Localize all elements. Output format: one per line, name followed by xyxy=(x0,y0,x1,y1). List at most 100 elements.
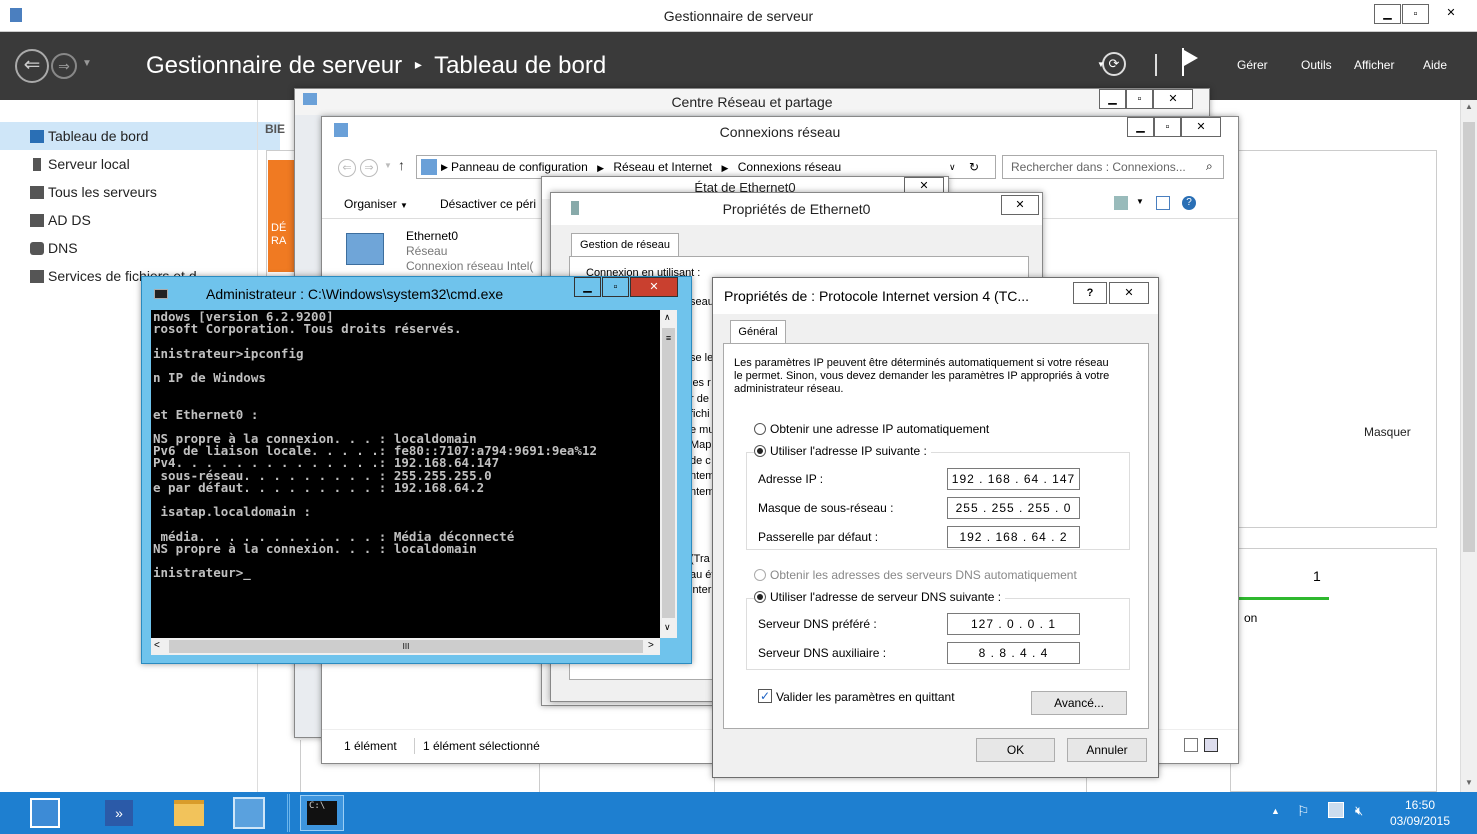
desactiver-button[interactable]: Désactiver ce péri xyxy=(440,197,536,211)
path-arrow-icon: ▶ xyxy=(441,162,448,172)
menu-afficher[interactable]: Afficher xyxy=(1354,58,1394,72)
close-button[interactable]: ✕ xyxy=(1431,4,1471,24)
path-dropdown-icon[interactable]: ∨ xyxy=(949,156,956,178)
details-view-icon[interactable] xyxy=(1184,738,1198,752)
radio-manual-dns-label: Utiliser l'adresse de serveur DNS suivan… xyxy=(770,590,1002,604)
tray-network-icon[interactable] xyxy=(1328,802,1344,818)
sidebar-item-tableau-de-bord[interactable]: Tableau de bord xyxy=(0,122,280,150)
radio-manual-ip[interactable]: Utiliser l'adresse IP suivante : xyxy=(754,444,931,458)
cnx-minimize-button[interactable]: ▁ xyxy=(1127,117,1154,137)
tray-expand-icon[interactable]: ▲ xyxy=(1271,806,1280,816)
sidebar-item-label: AD DS xyxy=(48,212,91,228)
cmd-console[interactable]: ndows [version 6.2.9200] rosoft Corporat… xyxy=(151,310,675,638)
scroll-thumb[interactable] xyxy=(1463,122,1475,552)
cnx-forward-icon[interactable]: ⇒ xyxy=(360,159,378,177)
scroll-down-icon[interactable]: ▼ xyxy=(1465,778,1473,787)
notifications-flag-icon[interactable] xyxy=(1182,48,1198,76)
explorer-taskbar-icon[interactable] xyxy=(174,800,204,826)
tray-volume-muted-icon[interactable]: 🔇︎ xyxy=(1355,803,1363,819)
cmd-scroll-thumb[interactable]: ≡ xyxy=(662,328,675,618)
menu-outils[interactable]: Outils xyxy=(1301,58,1332,72)
advanced-button[interactable]: Avancé... xyxy=(1031,691,1127,715)
masquer-link[interactable]: Masquer xyxy=(1364,425,1411,439)
ok-button[interactable]: OK xyxy=(976,738,1055,762)
radio-auto-ip[interactable]: Obtenir une adresse IP automatiquement xyxy=(754,422,989,436)
powershell-taskbar-icon[interactable]: » xyxy=(105,800,133,826)
validate-checkbox[interactable]: ✓ xyxy=(758,689,772,703)
ipv4-close-button[interactable]: ✕ xyxy=(1109,282,1149,304)
organiser-button[interactable]: Organiser ▼ xyxy=(344,197,408,211)
adapter-item[interactable]: Ethernet0 Réseau Connexion réseau Intel( xyxy=(344,229,544,277)
cmd-maximize-button[interactable]: ▫ xyxy=(602,277,629,297)
sidebar-item-serveur-local[interactable]: Serveur local xyxy=(0,150,280,178)
path-segment-1[interactable]: Panneau de configuration xyxy=(451,160,588,174)
help-icon[interactable]: ? xyxy=(1182,196,1196,210)
breadcrumb-root[interactable]: Gestionnaire de serveur xyxy=(146,52,402,79)
server-manager-taskbar-icon[interactable] xyxy=(30,798,60,828)
crp-close-button[interactable]: ✕ xyxy=(1153,89,1193,109)
cnx-history-icon[interactable]: ▼ xyxy=(384,161,392,170)
preview-pane-icon[interactable] xyxy=(1156,196,1170,210)
maximize-button[interactable]: ▫ xyxy=(1402,4,1429,24)
view-options-icon[interactable] xyxy=(1114,196,1128,210)
vertical-scrollbar[interactable]: ▲ ▼ xyxy=(1460,100,1477,792)
alternate-dns-input[interactable]: 8 . 8 . 4 . 4 xyxy=(947,642,1080,664)
view-dropdown-icon[interactable]: ▼ xyxy=(1136,197,1144,206)
refresh-icon[interactable]: ⟳ xyxy=(1102,52,1126,76)
menu-aide[interactable]: Aide xyxy=(1423,58,1447,72)
props-tab-gestion[interactable]: Gestion de réseau xyxy=(571,233,679,257)
cmd-scroll-up-icon[interactable]: ∧ xyxy=(664,312,671,323)
cnx-close-button[interactable]: ✕ xyxy=(1181,117,1221,137)
file-services-icon xyxy=(30,270,44,283)
radio-manual-dns[interactable]: Utiliser l'adresse de serveur DNS suivan… xyxy=(754,590,1006,604)
crp-minimize-button[interactable]: ▁ xyxy=(1099,89,1126,109)
cmd-scroll-down-icon[interactable]: ∨ xyxy=(664,622,671,633)
radio-icon xyxy=(754,591,766,603)
menu-gerer[interactable]: Gérer xyxy=(1237,58,1268,72)
history-dropdown-icon[interactable]: ▼ xyxy=(82,58,92,69)
forward-button[interactable]: ⇒ xyxy=(51,53,77,79)
clock-date[interactable]: 03/09/2015 xyxy=(1385,814,1455,828)
cmd-hscroll-thumb[interactable]: III xyxy=(169,640,643,653)
crp-maximize-button[interactable]: ▫ xyxy=(1126,89,1153,109)
tray-flag-icon[interactable]: ⚐ xyxy=(1297,803,1310,820)
cmd-taskbar-icon[interactable]: C:\ xyxy=(300,795,344,831)
ipv4-tab-general[interactable]: Général xyxy=(730,320,786,344)
tile-count: 1 xyxy=(1313,568,1321,584)
radio-auto-dns[interactable]: Obtenir les adresses des serveurs DNS au… xyxy=(754,568,1077,582)
props-close-button[interactable]: ✕ xyxy=(1001,195,1039,215)
sidebar-item-tous-les-serveurs[interactable]: Tous les serveurs xyxy=(0,178,280,206)
cnx-up-icon[interactable]: ↑ xyxy=(398,157,405,173)
sidebar-item-dns[interactable]: DNS xyxy=(0,234,280,262)
cmd-vscrollbar[interactable]: ∧ ≡ ∨ xyxy=(660,310,677,638)
scroll-up-icon[interactable]: ▲ xyxy=(1465,102,1473,111)
cmd-minimize-button[interactable]: ▁ xyxy=(574,277,601,297)
cnx-back-icon[interactable]: ⇐ xyxy=(338,159,356,177)
search-icon[interactable]: ⌕ xyxy=(1206,159,1213,174)
cmd-window: Administrateur : C:\Windows\system32\cmd… xyxy=(141,276,692,664)
sidebar-item-ad-ds[interactable]: AD DS xyxy=(0,206,280,234)
cmd-hscrollbar[interactable]: < III > xyxy=(151,638,660,655)
back-button[interactable]: ⇐ xyxy=(15,49,49,83)
cmd-scroll-right-icon[interactable]: > xyxy=(648,640,654,651)
taskbar: » C:\ ▲ ⚐ 🔇︎ 16:50 03/09/2015 xyxy=(0,792,1477,834)
cmd-scroll-left-icon[interactable]: < xyxy=(154,640,160,651)
ipv4-help-button[interactable]: ? xyxy=(1073,282,1107,304)
subnet-mask-input[interactable]: 255 . 255 . 255 . 0 xyxy=(947,497,1080,519)
cnx-search-input[interactable]: Rechercher dans : Connexions... xyxy=(1002,155,1224,179)
network-taskbar-icon[interactable] xyxy=(233,797,265,829)
path-segment-3[interactable]: Connexions réseau xyxy=(738,160,841,174)
gateway-input[interactable]: 192 . 168 . 64 . 2 xyxy=(947,526,1080,548)
preferred-dns-input[interactable]: 127 . 0 . 0 . 1 xyxy=(947,613,1080,635)
path-refresh-icon[interactable]: ↻ xyxy=(969,156,979,178)
sidebar-item-label: DNS xyxy=(48,240,78,256)
cnx-maximize-button[interactable]: ▫ xyxy=(1154,117,1181,137)
ip-address-input[interactable]: 192 . 168 . 64 . 147 xyxy=(947,468,1080,490)
path-segment-2[interactable]: Réseau et Internet xyxy=(613,160,712,174)
clock-time[interactable]: 16:50 xyxy=(1390,798,1450,812)
tiles-view-icon[interactable] xyxy=(1204,738,1218,752)
refresh-dropdown-icon[interactable]: ▼ xyxy=(1097,60,1105,69)
cancel-button[interactable]: Annuler xyxy=(1067,738,1147,762)
minimize-button[interactable]: ▁ xyxy=(1374,4,1401,24)
cmd-close-button[interactable]: ✕ xyxy=(630,277,678,297)
